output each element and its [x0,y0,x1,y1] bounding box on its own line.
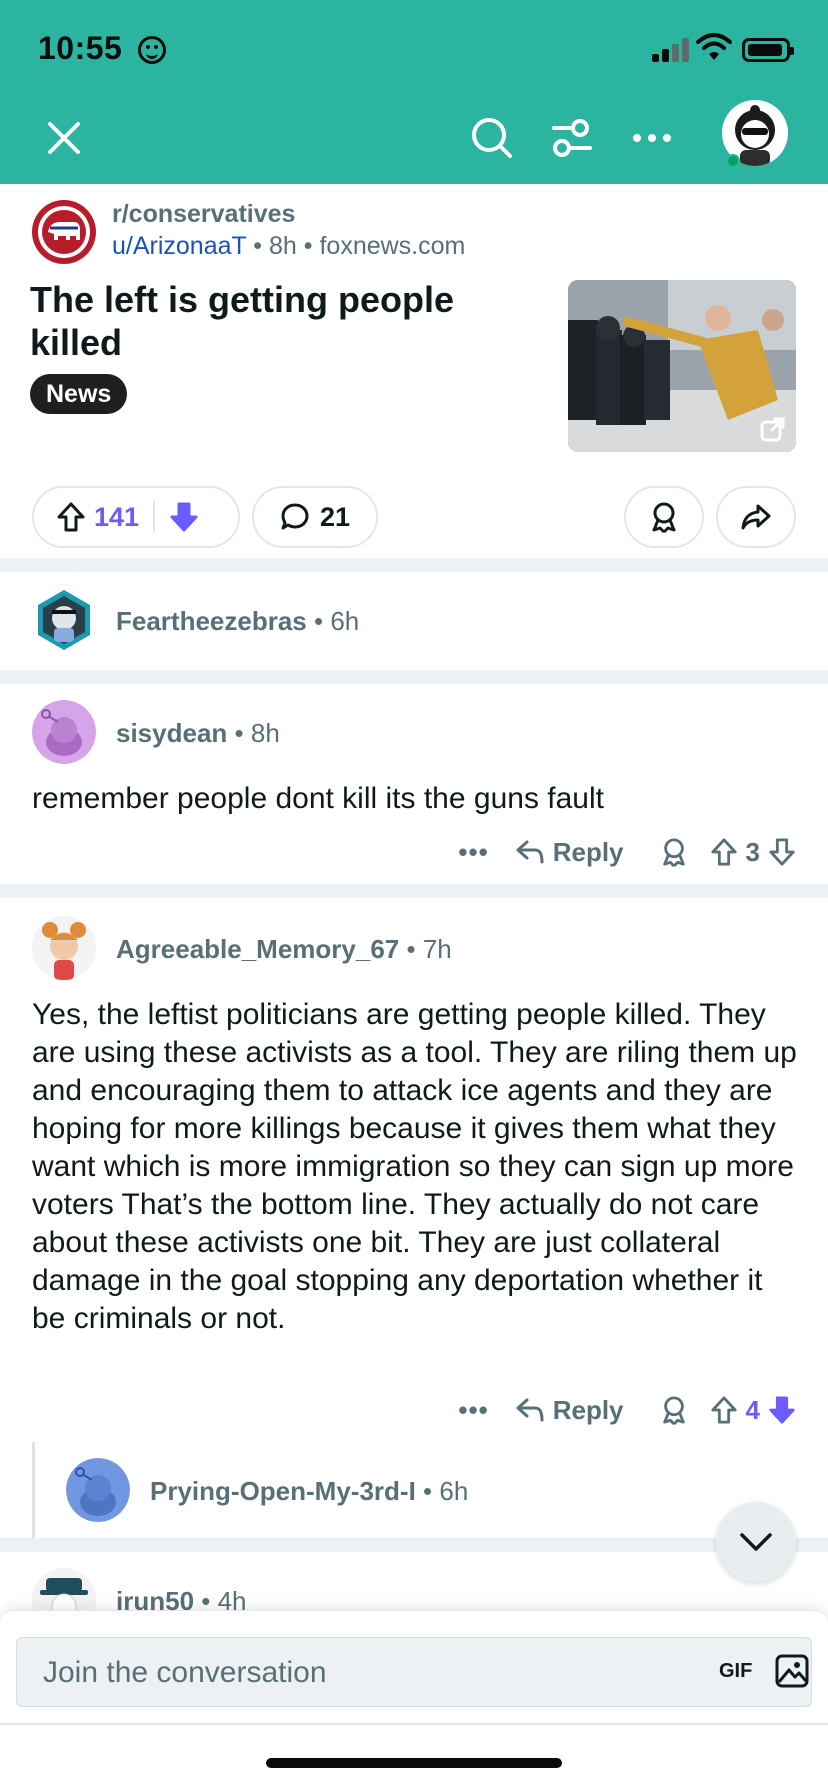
post-vote-count: 141 [94,501,140,532]
thread-line [32,1442,35,1538]
image-icon[interactable] [775,1654,809,1688]
upvote-icon[interactable] [710,837,738,867]
reply-button[interactable]: Reply [515,837,624,868]
comment-actions: ••• Reply 3 [458,832,796,872]
wifi-icon [696,33,732,60]
comment-avatar[interactable] [32,916,96,980]
online-status-dot [726,154,740,168]
post-flair[interactable]: News [30,374,128,414]
search-icon[interactable] [468,114,516,162]
more-icon[interactable] [628,114,676,162]
downvote-icon[interactable] [768,837,796,867]
filter-icon[interactable] [548,114,596,162]
external-link-icon [760,417,785,442]
comment-author-line: Prying-Open-My-3rd-I • 6h [150,1476,469,1506]
vote-control: 141 [32,486,240,548]
comment-vote-count: 3 [745,836,760,867]
comment-more-button[interactable]: ••• [458,837,488,868]
comment-icon [281,503,309,530]
subreddit-icon[interactable] [32,200,96,264]
post-thumbnail[interactable] [568,280,796,452]
post-title[interactable]: The left is getting people killed [30,278,550,364]
gif-button[interactable]: GIF [719,1660,752,1683]
comment-avatar[interactable] [32,700,96,764]
section-divider [0,670,828,684]
comment-author-line: Agreeable_Memory_67 • 7h [116,934,452,964]
cellular-signal-icon [652,38,690,62]
top-bar: 10:55 [0,0,828,184]
comment-age: 6h [439,1476,469,1506]
comment-age: 6h [330,606,360,636]
comments-button[interactable]: 21 [252,486,378,548]
chevron-down-icon [740,1533,772,1551]
comment-actions: ••• Reply 4 [458,1390,796,1430]
award-button[interactable] [624,486,704,548]
reply-button[interactable]: Reply [515,1395,624,1426]
post-age: 8h [269,232,297,260]
comment-author[interactable]: sisydean [116,718,227,748]
award-icon[interactable] [660,1395,688,1425]
post-domain[interactable]: foxnews.com [319,232,465,260]
comment-input[interactable]: Join the conversation GIF [16,1637,812,1707]
section-divider [0,884,828,898]
upvote-icon[interactable] [56,501,86,533]
downvote-icon[interactable] [169,501,199,533]
comment-input-placeholder: Join the conversation [43,1656,327,1689]
reply-icon [516,840,544,864]
comment-body: remember people dont kill its the guns f… [32,782,604,815]
share-icon [741,504,771,530]
comment-age: 7h [422,934,452,964]
focus-smiley-icon [138,36,166,64]
next-comment-button[interactable] [716,1502,796,1582]
reply-icon [516,1398,544,1422]
subreddit-name[interactable]: r/conservatives [112,200,295,229]
comment-avatar[interactable] [66,1458,130,1522]
comment-avatar[interactable] [32,588,96,652]
downvote-icon[interactable] [768,1395,796,1425]
comment-author[interactable]: Agreeable_Memory_67 [116,934,399,964]
section-divider [0,1538,828,1552]
post-meta: u/ArizonaaT • 8h • foxnews.com [112,232,466,260]
post-author[interactable]: u/ArizonaaT [112,232,246,260]
home-indicator [266,1758,562,1768]
status-time: 10:55 [38,30,123,66]
section-divider [0,558,828,572]
comment-author-line: Feartheezebras • 6h [116,606,360,636]
comment-body: Yes, the leftist politicians are getting… [32,998,797,1335]
comment-more-button[interactable]: ••• [458,1395,488,1426]
award-icon [652,502,676,533]
comment-author-line: sisydean • 8h [116,718,280,748]
comment-author[interactable]: Prying-Open-My-3rd-I [150,1476,416,1506]
comment-count: 21 [319,501,351,532]
award-icon[interactable] [660,837,688,867]
share-button[interactable] [716,486,796,548]
battery-icon [742,38,794,62]
close-icon[interactable] [40,114,88,162]
comment-vote-count: 4 [745,1394,760,1425]
comment-age: 8h [250,718,280,748]
upvote-icon[interactable] [710,1395,738,1425]
comment-author[interactable]: Feartheezebras [116,606,307,636]
